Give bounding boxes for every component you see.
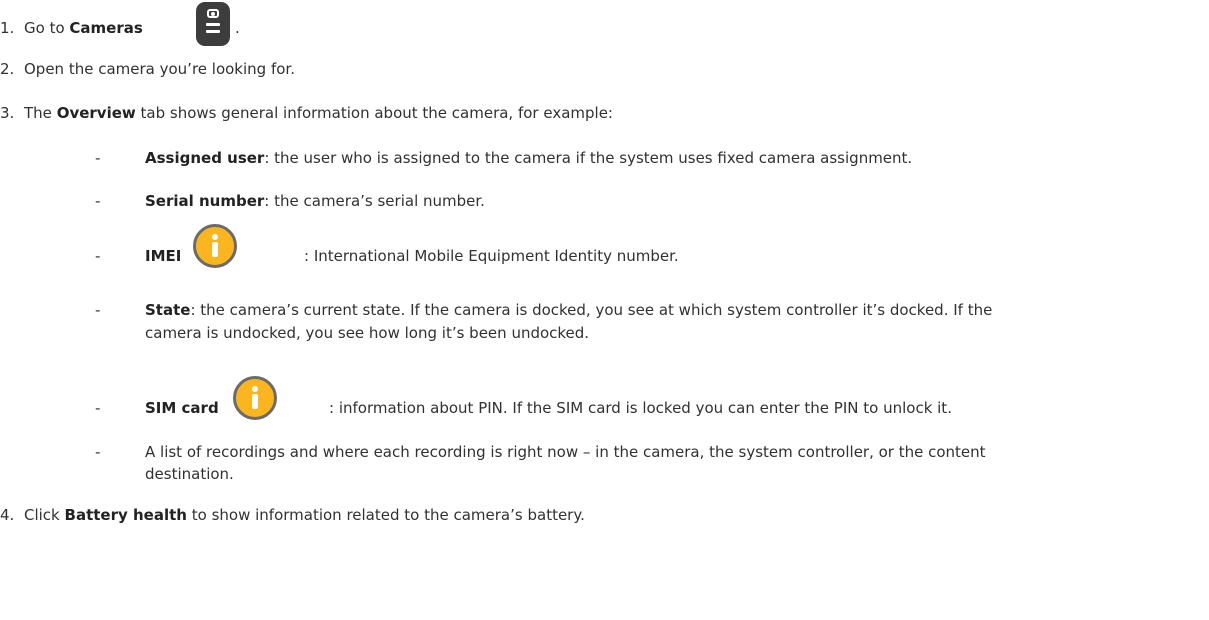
step-text-prefix: Click [24, 506, 60, 524]
step-number: 3. [0, 104, 15, 122]
step-text: The Overview tab shows general informati… [24, 103, 613, 124]
bullet-dash: - [95, 247, 101, 265]
bullet-text: State: the camera’s current state. If th… [145, 299, 1175, 321]
bullet-desc: : the camera’s serial number. [264, 192, 485, 210]
step-text: Go to Cameras [24, 18, 143, 39]
bullet-desc: : information about PIN. If the SIM card… [329, 399, 952, 417]
bullet-text: Assigned user: the user who is assigned … [145, 147, 1175, 169]
bullet-dash: - [95, 192, 101, 210]
bullet-desc: : the user who is assigned to the camera… [264, 149, 913, 167]
camera-icon [196, 2, 230, 46]
step-text: Click Battery health to show information… [24, 505, 585, 526]
bullet-term: Assigned user [145, 149, 265, 167]
bullet-desc: destination. [145, 465, 234, 483]
bullet-desc: A list of recordings and where each reco… [145, 443, 986, 461]
bullet-term: SIM card [145, 399, 219, 417]
bullet-dash: - [95, 301, 101, 319]
bullet-desc: : the camera’s current state. If the cam… [190, 301, 993, 319]
cameras-label: Cameras [69, 19, 143, 37]
step-text-prefix: Go to [24, 19, 65, 37]
battery-health-label: Battery health [64, 506, 187, 524]
step-number: 2. [0, 60, 15, 78]
step-number: 4. [0, 506, 15, 524]
info-icon[interactable] [193, 224, 237, 268]
step-text-suffix: tab shows general information about the … [140, 104, 613, 122]
bullet-dash: - [95, 149, 101, 167]
bullet-dash: - [95, 399, 101, 417]
bullet-term: State [145, 301, 191, 319]
bullet-desc: camera is undocked, you see how long it’… [145, 324, 590, 342]
bullet-text: Serial number: the camera’s serial numbe… [145, 190, 1175, 212]
bullet-term: Serial number [145, 192, 265, 210]
step-text: Open the camera you’re looking for. [24, 60, 295, 78]
bullet-desc: : International Mobile Equipment Identit… [304, 247, 679, 265]
step-text-prefix: The [24, 104, 52, 122]
bullet-term: IMEI [145, 247, 182, 265]
step-period: . [235, 19, 240, 37]
overview-label: Overview [56, 104, 136, 122]
bullet-dash: - [95, 443, 101, 461]
step-number: 1. [0, 19, 15, 37]
info-icon[interactable] [233, 376, 277, 420]
step-text-suffix: to show information related to the camer… [191, 506, 585, 524]
